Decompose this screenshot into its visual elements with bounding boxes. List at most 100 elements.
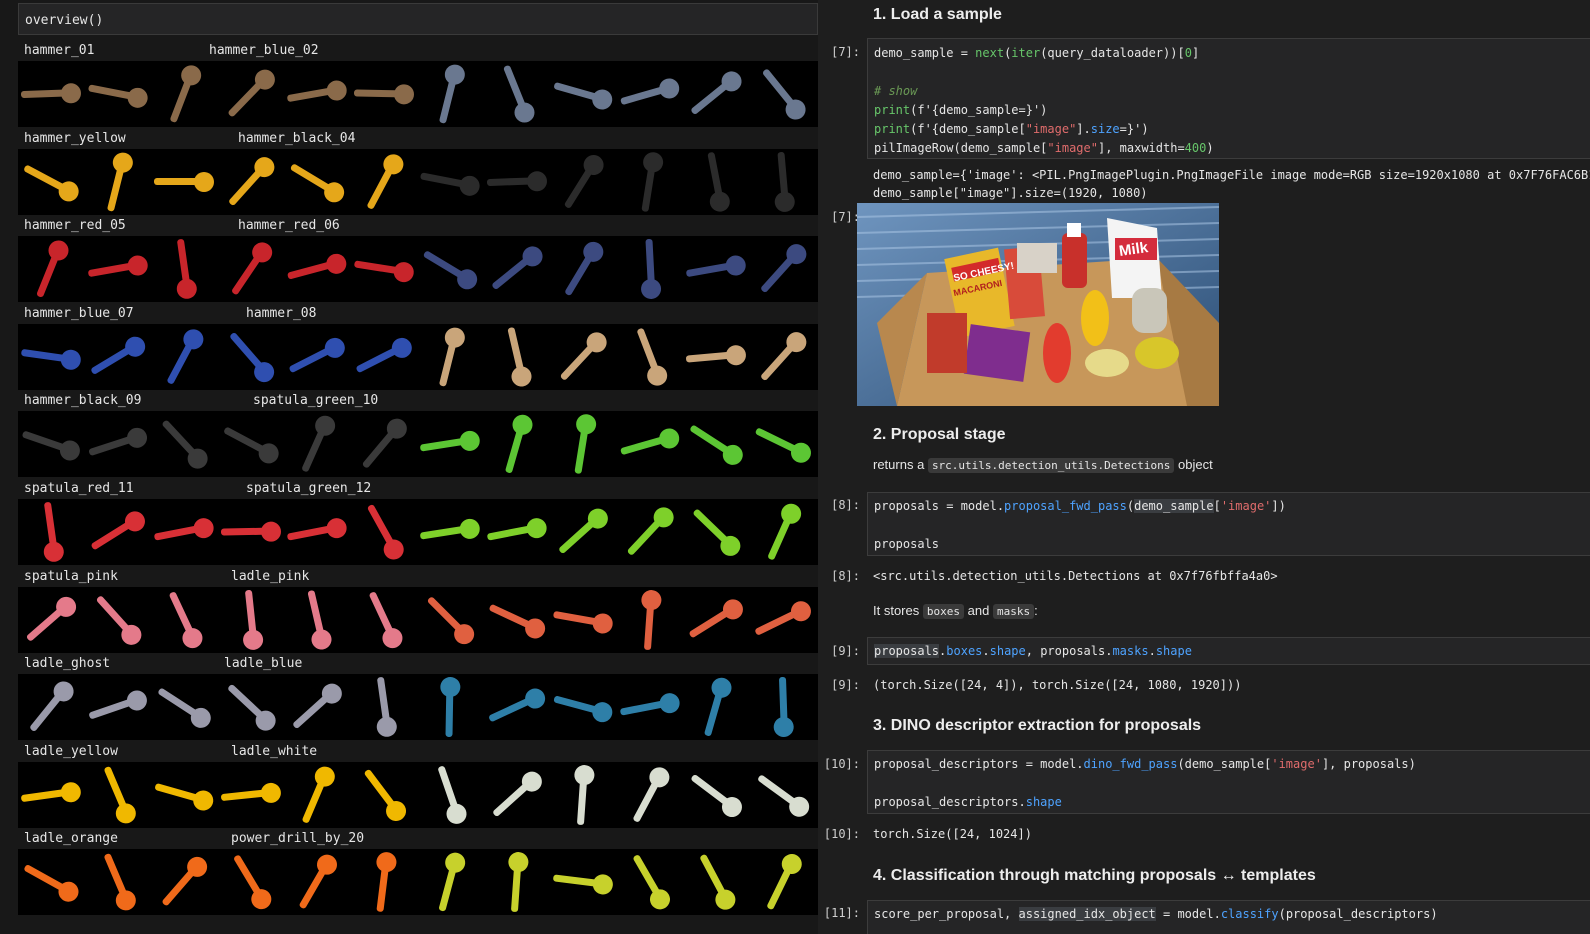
template-thumbnail [486, 170, 547, 192]
template-thumbnail [23, 163, 83, 205]
tool-head [112, 887, 139, 914]
tool-head [526, 170, 547, 192]
template-thumbnail [772, 677, 794, 738]
tool-handle [301, 429, 326, 474]
tool-handle [419, 525, 465, 540]
tool-head [591, 873, 614, 896]
template-thumbnail [759, 240, 811, 294]
template-label: spatula_red_11 [24, 481, 134, 496]
tool-head [374, 715, 398, 739]
tool-handle [87, 436, 132, 457]
template-thumbnail [488, 603, 548, 642]
template-thumbnail [166, 325, 207, 385]
tool-handle [574, 429, 589, 475]
template-label: ladle_orange [24, 831, 118, 847]
heading-dino-descriptor: 3. DINO descriptor extraction for propos… [873, 717, 1202, 734]
template-label: hammer_red_05 [24, 218, 126, 234]
tool-handle [685, 351, 731, 363]
tool-head [387, 334, 415, 362]
template-thumbnail [42, 501, 66, 564]
template-thumbnail [161, 419, 212, 474]
template-label: spatula_pink [24, 568, 118, 584]
tool-head [442, 62, 467, 87]
tool-head [393, 84, 414, 105]
tool-handle [298, 868, 327, 910]
tool-head [112, 800, 139, 827]
code-comment: # show [874, 84, 918, 98]
template-thumbnail [25, 592, 81, 642]
code-cell-10[interactable]: proposal_descriptors = model.dino_fwd_pa… [867, 750, 1590, 814]
template-thumbnail [640, 239, 662, 300]
tool-handle [286, 525, 332, 541]
template-thumbnail [102, 765, 139, 827]
notebook-pane: 1. Load a sample [7]: demo_sample = next… [818, 0, 1590, 934]
tool-handle [438, 79, 457, 124]
template-thumbnail [690, 773, 746, 821]
inline-code: masks [992, 604, 1035, 619]
tool-handle [87, 262, 132, 278]
template-thumbnail [374, 851, 398, 913]
tool-handle [419, 438, 465, 453]
tool-head [657, 691, 681, 716]
template-thumbnail [87, 425, 150, 457]
template-thumbnail [765, 851, 805, 911]
tool-handle [553, 81, 598, 101]
template-thumbnail [365, 503, 407, 564]
template-thumbnail [419, 517, 482, 541]
template-image-strip [18, 323, 818, 390]
tool-handle [552, 610, 598, 625]
template-thumbnail [89, 507, 149, 552]
template-thumbnail [154, 171, 214, 192]
tool-handle [376, 676, 390, 722]
code-cell-8[interactable]: proposals = model.proposal_fwd_pass(demo… [867, 492, 1590, 556]
tool-head [507, 851, 529, 874]
tool-handle [553, 695, 598, 714]
template-thumbnail [153, 516, 216, 541]
template-thumbnail [502, 64, 538, 126]
template-thumbnail [436, 765, 470, 827]
tool-handle [707, 151, 723, 196]
tool-head [374, 851, 398, 874]
code-cell-9[interactable]: proposals.boxes.shape, proposals.masks.s… [867, 637, 1590, 665]
tool-head [57, 438, 83, 464]
template-thumbnail [286, 516, 349, 541]
code-cell-7[interactable]: demo_sample = next(iter(query_dataloader… [867, 38, 1590, 159]
code-cell-11[interactable]: score_per_proposal, assigned_idx_object … [867, 900, 1590, 934]
tool-head [510, 99, 538, 126]
overview-cell[interactable]: overview() [18, 3, 818, 35]
template-thumbnail [157, 687, 215, 732]
template-label: hammer_01 [24, 43, 95, 58]
template-thumbnail [506, 326, 533, 389]
template-thumbnail [685, 344, 747, 366]
template-thumbnail [227, 152, 279, 207]
code-line: proposal_descriptors = model.dino_fwd_pa… [874, 757, 1416, 771]
code-line: demo_sample = next(iter(query_dataloader… [874, 46, 1200, 60]
template-thumbnail [552, 873, 614, 896]
template-label: spatula_green_10 [253, 393, 379, 409]
cell-prompt-7: [7]: [831, 45, 860, 59]
tool-head [391, 260, 415, 284]
tool-handle [510, 868, 521, 913]
template-thumbnail [301, 412, 339, 474]
tool-head [641, 150, 665, 174]
template-thumbnail [753, 597, 814, 636]
tool-handle [36, 254, 60, 299]
output-prompt-8: [8]: [831, 569, 860, 583]
template-thumbnail [635, 327, 670, 389]
tool-head [645, 886, 674, 914]
tool-head [457, 173, 482, 198]
inline-code: src.utils.detection_utils.Detections [927, 458, 1175, 473]
tool-handle [286, 87, 332, 103]
template-thumbnail [619, 691, 681, 717]
template-thumbnail [361, 414, 411, 470]
tool-head [123, 425, 150, 451]
code-line: proposals = model.proposal_fwd_pass(demo… [874, 499, 1286, 513]
template-thumbnail [286, 78, 349, 103]
tool-head [247, 885, 275, 914]
template-thumbnail [619, 426, 682, 456]
template-thumbnail [507, 851, 529, 913]
template-thumbnail [631, 854, 674, 914]
template-thumbnail [564, 238, 608, 297]
template-thumbnail [754, 427, 814, 467]
tool-handle [169, 79, 192, 124]
